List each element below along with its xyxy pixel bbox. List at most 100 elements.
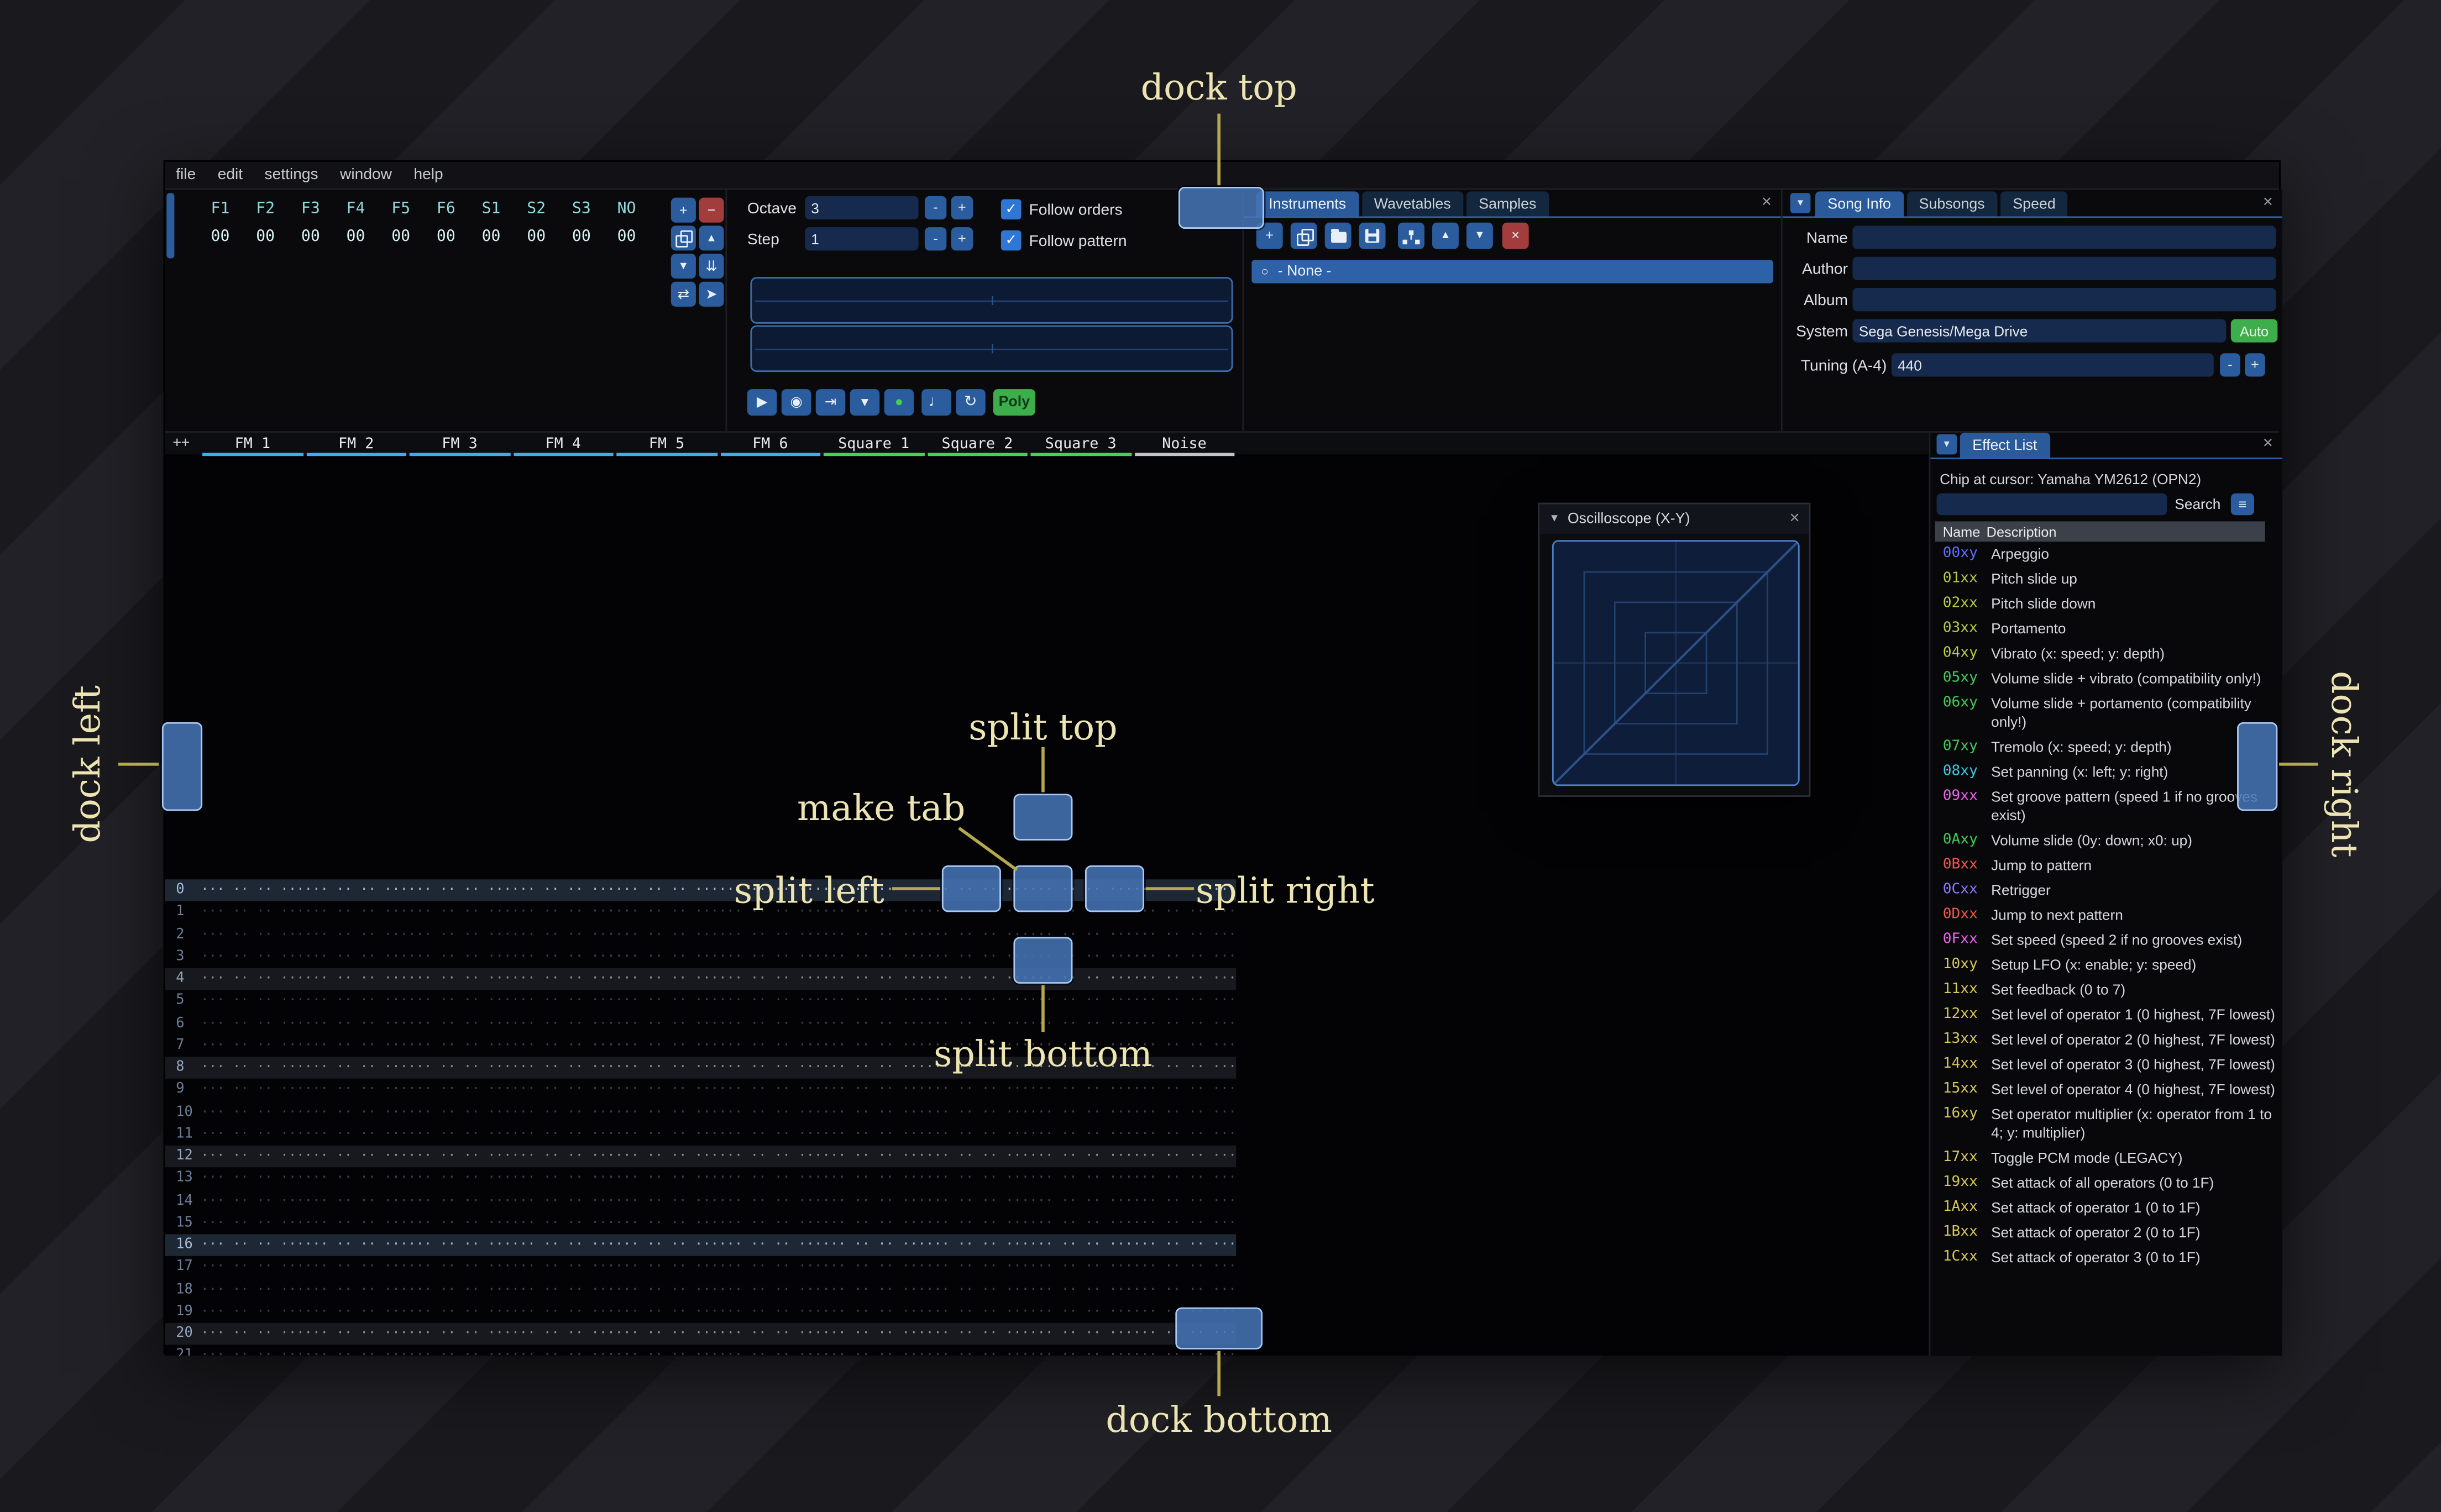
split-target-bottom[interactable] (1013, 937, 1073, 984)
pattern-row[interactable]: 15 ··· ·· ·· ······ ·· ·· ······ ·· ·· ·… (165, 1212, 1237, 1234)
menu-item[interactable]: help (413, 166, 443, 183)
effect-row[interactable]: 0Fxx Set speed (speed 2 if no grooves ex… (1930, 928, 2282, 953)
orders-cell[interactable]: 00 (423, 229, 469, 246)
close-icon[interactable]: × (1790, 510, 1800, 528)
instrument-delete-button[interactable]: × (1502, 222, 1529, 249)
pattern-row[interactable]: 21 ··· ·· ·· ······ ·· ·· ······ ·· ·· ·… (165, 1345, 1237, 1356)
split-target-right[interactable] (1085, 865, 1145, 912)
instruments-tab[interactable]: Samples (1466, 191, 1549, 217)
instrument-move-up-button[interactable]: ▲ (1432, 222, 1459, 249)
orders-edit-mode-button[interactable]: ➤ (699, 281, 724, 307)
orders-scrollbar[interactable] (166, 193, 175, 259)
pattern-row[interactable]: 16 ··· ·· ·· ······ ·· ·· ······ ·· ·· ·… (165, 1234, 1237, 1257)
step-row-button[interactable]: ⇥ (815, 389, 846, 416)
pattern-row[interactable]: 11 ··· ·· ·· ······ ·· ·· ······ ·· ·· ·… (165, 1124, 1237, 1146)
search-menu-button[interactable]: ≡ (2230, 493, 2255, 516)
orders-change-all-button[interactable]: ⇄ (671, 281, 696, 307)
menu-item[interactable]: settings (265, 166, 318, 183)
orders-cell[interactable]: 00 (243, 229, 288, 246)
pattern-row[interactable]: 20 ··· ·· ·· ······ ·· ·· ······ ·· ·· ·… (165, 1322, 1237, 1346)
pattern-row[interactable]: 18 ··· ·· ·· ······ ·· ·· ······ ·· ·· ·… (165, 1279, 1237, 1301)
pattern-row[interactable]: 19 ··· ·· ·· ······ ·· ·· ······ ·· ·· ·… (165, 1301, 1237, 1323)
dock-target-top[interactable] (1178, 186, 1264, 229)
pattern-row[interactable]: 17 ··· ·· ·· ······ ·· ·· ······ ·· ·· ·… (165, 1256, 1237, 1278)
channel-header[interactable]: Square 1 (822, 431, 925, 456)
window-menu-button[interactable]: ▼ (1936, 434, 1957, 455)
effect-row[interactable]: 14xx Set level of operator 3 (0 highest,… (1930, 1052, 2282, 1077)
edit-toggle-button[interactable]: ● (884, 389, 914, 416)
instrument-open-button[interactable] (1324, 222, 1352, 249)
effect-row[interactable]: 06xy Volume slide + portamento (compatib… (1930, 691, 2282, 734)
menu-item[interactable]: window (340, 166, 392, 183)
effect-row[interactable]: 1Axx Set attack of operator 1 (0 to 1F) (1930, 1195, 2282, 1220)
stop-button[interactable]: ▼ (850, 389, 880, 416)
effect-table-header[interactable]: Name Description (1935, 521, 2265, 542)
pattern-row[interactable]: 6 ··· ·· ·· ······ ·· ·· ······ ·· ·· ··… (165, 1012, 1237, 1035)
song-info-tab[interactable]: Speed (2000, 191, 2068, 217)
close-icon[interactable]: × (2263, 435, 2273, 453)
octave-input[interactable]: 3 (805, 196, 919, 220)
channel-header[interactable]: FM 4 (511, 431, 615, 456)
repeat-pattern-button[interactable]: ↻ (956, 389, 986, 416)
effect-row[interactable]: 15xx Set level of operator 4 (0 highest,… (1930, 1077, 2282, 1102)
effect-row[interactable]: 19xx Set attack of all operators (0 to 1… (1930, 1170, 2282, 1195)
effect-row[interactable]: 0Axy Volume slide (0y: down; x0: up) (1930, 828, 2282, 853)
effect-row[interactable]: 01xx Pitch slide up (1930, 566, 2282, 591)
orders-value-row[interactable]: 00 00 00 00 00 00 00 00 00 00 (198, 229, 649, 246)
tuning-input[interactable]: 440 (1891, 353, 2214, 377)
effect-row[interactable]: 09xx Set groove pattern (speed 1 if no g… (1930, 784, 2282, 828)
step-input[interactable]: 1 (805, 227, 919, 251)
album-input[interactable] (1852, 288, 2276, 312)
pattern-corner-expand[interactable]: ++ (173, 436, 190, 452)
dock-target-left[interactable] (161, 722, 203, 811)
pattern-row[interactable]: 13 ··· ·· ·· ······ ·· ·· ······ ·· ·· ·… (165, 1168, 1237, 1190)
octave-increase-button[interactable]: + (951, 196, 973, 220)
pattern-row[interactable]: 14 ··· ·· ·· ······ ·· ·· ······ ·· ·· ·… (165, 1190, 1237, 1212)
channel-header[interactable]: FM 3 (408, 431, 511, 456)
effect-row[interactable]: 10xy Setup LFO (x: enable; y: speed) (1930, 953, 2282, 978)
effect-row[interactable]: 13xx Set level of operator 2 (0 highest,… (1930, 1027, 2282, 1052)
channel-header[interactable]: FM 1 (201, 431, 304, 456)
effect-list-tab[interactable]: Effect List (1960, 432, 2050, 458)
orders-cell[interactable]: 00 (514, 229, 559, 246)
song-info-tab[interactable]: Subsongs (1906, 191, 1998, 217)
oscilloscope-xy-window[interactable]: ▼ Oscilloscope (X-Y) × (1538, 502, 1811, 797)
step-decrease-button[interactable]: - (924, 227, 947, 251)
channel-header[interactable]: Square 3 (1029, 431, 1133, 456)
instrument-duplicate-button[interactable] (1290, 222, 1317, 249)
follow-pattern-checkbox[interactable]: ✓ (1001, 230, 1022, 251)
pattern-row[interactable]: 9 ··· ·· ·· ······ ·· ·· ······ ·· ·· ··… (165, 1079, 1237, 1101)
effect-search-input[interactable] (1936, 493, 2167, 516)
effect-row[interactable]: 04xy Vibrato (x: speed; y: depth) (1930, 641, 2282, 666)
effect-row[interactable]: 11xx Set feedback (0 to 7) (1930, 978, 2282, 1002)
effect-row[interactable]: 0Dxx Jump to next pattern (1930, 902, 2282, 927)
channel-header[interactable]: Noise (1133, 431, 1236, 456)
pattern-row[interactable]: 5 ··· ·· ·· ······ ·· ·· ······ ·· ·· ··… (165, 990, 1237, 1012)
effect-row[interactable]: 0Cxx Retrigger (1930, 878, 2282, 902)
effect-row[interactable]: 07xy Tremolo (x: speed; y: depth) (1930, 734, 2282, 759)
dock-target-right[interactable] (2237, 722, 2278, 811)
effect-row[interactable]: 03xx Portamento (1930, 616, 2282, 641)
orders-cell[interactable]: 00 (198, 229, 243, 246)
channel-header[interactable]: FM 2 (305, 431, 408, 456)
instrument-list-selected-item[interactable]: ○ - None - (1251, 260, 1773, 284)
pattern-row[interactable]: 12 ··· ·· ·· ······ ·· ·· ······ ·· ·· ·… (165, 1145, 1237, 1168)
orders-cell[interactable]: 00 (288, 229, 333, 246)
pattern-row[interactable]: 4 ··· ·· ·· ······ ·· ·· ······ ·· ·· ··… (165, 968, 1237, 990)
effect-row[interactable]: 02xx Pitch slide down (1930, 591, 2282, 616)
oscilloscope-titlebar[interactable]: ▼ Oscilloscope (X-Y) (1539, 504, 1809, 534)
effect-row[interactable]: 16xy Set operator multiplier (x: operato… (1930, 1102, 2282, 1146)
system-auto-button[interactable]: Auto (2230, 319, 2278, 343)
make-tab-target-center[interactable] (1013, 865, 1073, 912)
close-icon[interactable]: × (1762, 194, 1772, 212)
channel-header[interactable]: Square 2 (925, 431, 1029, 456)
tuning-increase-button[interactable]: + (2245, 353, 2265, 377)
name-input[interactable] (1852, 225, 2276, 249)
menu-item[interactable]: edit (218, 166, 243, 183)
split-target-left[interactable] (941, 865, 1001, 912)
pattern-row[interactable]: 2 ··· ·· ·· ······ ·· ·· ······ ·· ·· ··… (165, 923, 1237, 946)
orders-cell[interactable]: 00 (604, 229, 649, 246)
effect-row[interactable]: 0Bxx Jump to pattern (1930, 853, 2282, 878)
system-combo[interactable]: Sega Genesis/Mega Drive (1852, 319, 2227, 343)
pattern-row[interactable]: 0 ··· ·· ·· ······ ·· ·· ······ ·· ·· ··… (165, 879, 1237, 902)
